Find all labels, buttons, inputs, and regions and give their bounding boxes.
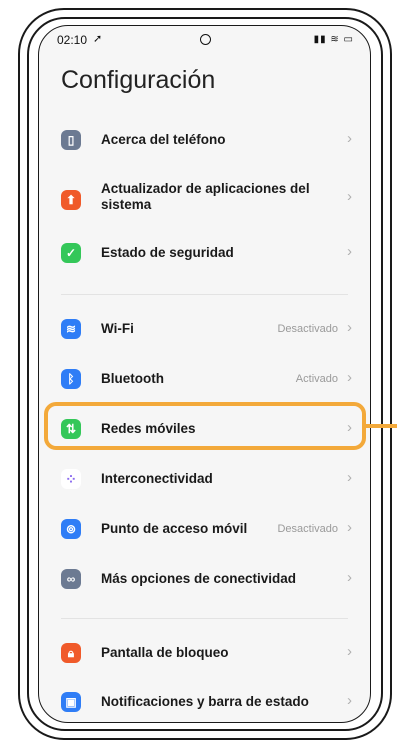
chevron-right-icon: › [347, 243, 352, 260]
settings-row-hotspot[interactable]: ⊚ Punto de acceso móvil Desactivado › [39, 507, 370, 551]
section-divider [61, 618, 348, 619]
row-label: Pantalla de bloqueo [101, 645, 229, 660]
chevron-right-icon: › [347, 319, 352, 336]
row-value: Desactivado [277, 323, 338, 335]
row-value: Desactivado [277, 523, 338, 535]
chevron-right-icon: › [347, 188, 352, 205]
row-label: Wi-Fi [101, 321, 134, 336]
settings-row-interconnectivity[interactable]: ⁘ Interconectividad › [39, 457, 370, 501]
chevron-right-icon: › [347, 469, 352, 486]
row-label: Bluetooth [101, 371, 164, 386]
page-title: Configuración [61, 66, 216, 94]
row-label: Notificaciones y barra de estado [101, 694, 309, 709]
bluetooth-icon: ᛒ [61, 369, 81, 389]
highlight-box [44, 402, 366, 450]
chevron-right-icon: › [347, 643, 352, 660]
chevron-right-icon: › [347, 369, 352, 386]
shield-check-icon: ✓ [61, 243, 81, 263]
status-icons: ▮▮ ≋ ▭ [313, 34, 354, 45]
wifi-icon: ≋ [61, 319, 81, 339]
link-icon: ∞ [61, 569, 81, 589]
settings-row-wifi[interactable]: ≋ Wi-Fi Desactivado › [39, 307, 370, 351]
camera-cutout [199, 34, 211, 45]
row-value: Activado [295, 373, 338, 385]
chevron-right-icon: › [347, 130, 352, 147]
chevron-right-icon: › [347, 569, 352, 586]
settings-row-more-connectivity[interactable]: ∞ Más opciones de conectividad › [39, 557, 370, 601]
row-label: Más opciones de conectividad [101, 571, 297, 586]
lock-icon: 🔒︎ [61, 643, 81, 663]
settings-row-bluetooth[interactable]: ᛒ Bluetooth Activado › [39, 357, 370, 401]
row-label: Actualizador de aplicaciones del sistema [101, 181, 310, 212]
settings-row-about[interactable]: ▯ Acerca del teléfono › [39, 118, 370, 162]
section-divider [61, 294, 348, 295]
settings-row-security[interactable]: ✓ Estado de seguridad › [39, 231, 370, 275]
row-label: Estado de seguridad [101, 245, 234, 260]
row-label: Acerca del teléfono [101, 132, 226, 147]
arrow-up-icon: ⬆ [61, 190, 81, 210]
status-time: 02:10 [57, 33, 88, 47]
row-label: Interconectividad [101, 471, 213, 486]
settings-row-lock-screen[interactable]: 🔒︎ Pantalla de bloqueo › [39, 631, 370, 675]
hotspot-icon: ⊚ [61, 519, 81, 539]
notification-icon: ▣ [61, 692, 81, 712]
settings-screen: 02:10 ➚ ▮▮ ≋ ▭ Configuración ▯ Acerca de… [38, 25, 371, 723]
status-bar: 02:10 ➚ ▮▮ ≋ ▭ [55, 32, 354, 50]
phone-icon: ▯ [61, 130, 81, 150]
settings-row-notifications[interactable]: ▣ Notificaciones y barra de estado › [39, 680, 370, 722]
chevron-right-icon: › [347, 519, 352, 536]
location-arrow-icon: ➚ [93, 33, 103, 45]
highlight-connector-line [366, 424, 397, 428]
chevron-right-icon: › [347, 692, 352, 709]
row-label: Punto de acceso móvil [101, 521, 248, 536]
settings-row-updater[interactable]: ⬆ Actualizador de aplicaciones del siste… [39, 172, 370, 228]
dots-icon: ⁘ [61, 469, 81, 489]
